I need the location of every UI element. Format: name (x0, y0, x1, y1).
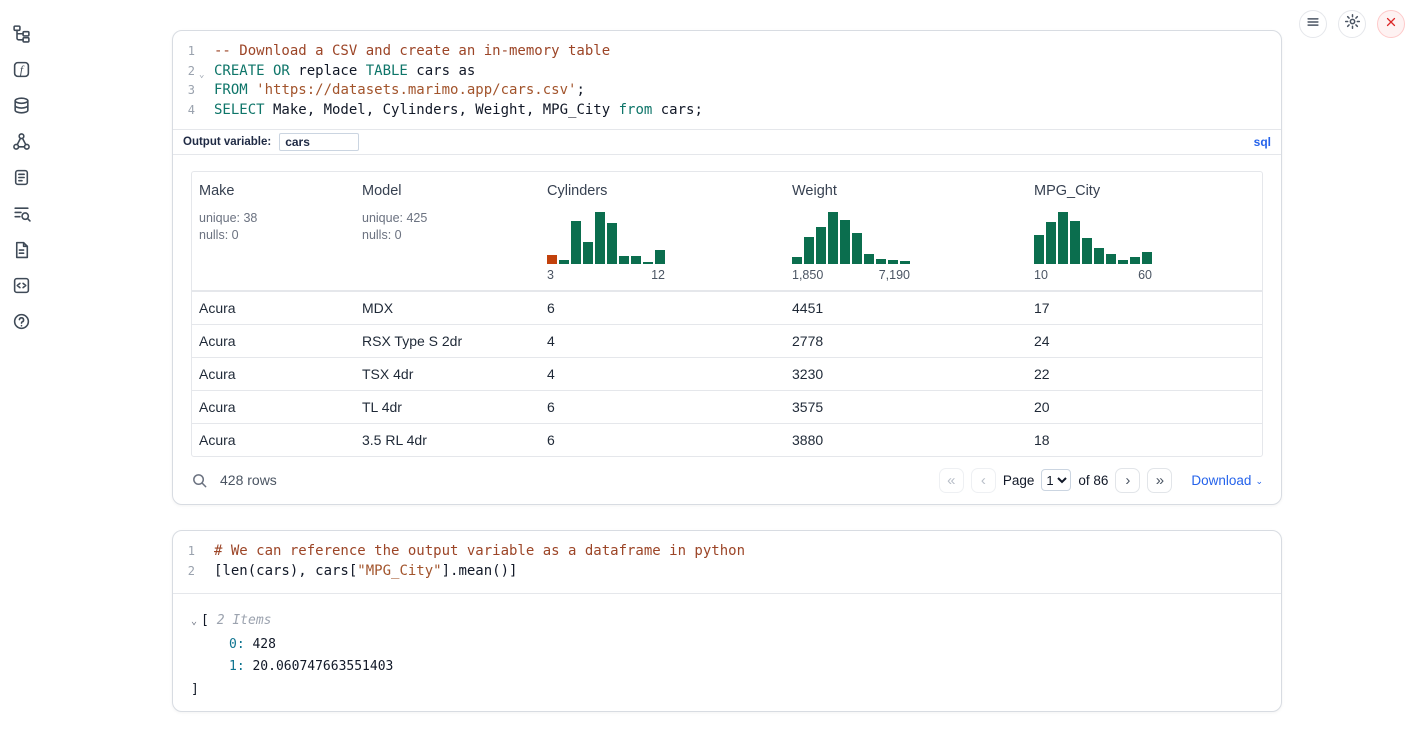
code-line: 1 -- Download a CSV and create an in-mem… (173, 42, 1281, 62)
mpg-city-histogram (1034, 212, 1152, 264)
hist-min: 1,850 (792, 268, 823, 282)
code-line: 1 # We can reference the output variable… (173, 542, 1281, 562)
page-select[interactable]: 1 (1041, 469, 1071, 491)
tree-key: 1: (229, 659, 245, 674)
line-number: 4 (173, 101, 195, 121)
collapse-chevron-icon[interactable]: ⌄ (191, 616, 197, 627)
table-footer: 428 rows « ‹ Page 1 of 86 › » Download ⌄ (191, 457, 1263, 503)
code-line: 3 FROM 'https://datasets.marimo.app/cars… (173, 81, 1281, 101)
column-header-mpg-city[interactable]: MPG_City 1060 (1027, 172, 1262, 290)
table-row: AcuraTL 4dr6357520 (192, 390, 1262, 423)
code-line: 4 SELECT Make, Model, Cylinders, Weight,… (173, 101, 1281, 121)
last-page-button[interactable]: » (1147, 468, 1172, 493)
column-header-make[interactable]: Make unique: 38nulls: 0 (192, 172, 355, 290)
python-code-editor[interactable]: 1 # We can reference the output variable… (173, 531, 1281, 594)
page-of-label: of 86 (1078, 473, 1108, 488)
python-string: "MPG_City" (357, 563, 441, 579)
column-header-cylinders[interactable]: Cylinders 312 (540, 172, 785, 290)
tree-key: 0: (229, 637, 245, 652)
unique-stat: unique: 38 (199, 210, 347, 227)
gear-icon (1344, 13, 1361, 35)
nulls-stat: nulls: 0 (199, 227, 347, 244)
result-table: Make unique: 38nulls: 0 Model unique: 42… (191, 171, 1263, 457)
documentation-icon[interactable] (11, 239, 31, 259)
chevrons-right-icon: » (1156, 473, 1164, 488)
line-number: 2 (173, 562, 195, 582)
sql-cell: 1 -- Download a CSV and create an in-mem… (172, 30, 1282, 505)
table-row: AcuraTSX 4dr4323022 (192, 357, 1262, 390)
line-number: 1 (173, 42, 195, 62)
tree-item: 1: 20.060747663551403 (191, 656, 1281, 679)
notebook-actions (1299, 10, 1405, 38)
hist-min: 10 (1034, 268, 1048, 282)
language-badge: sql (1254, 135, 1271, 149)
tree-item: 0: 428 (191, 634, 1281, 657)
python-cell: 1 # We can reference the output variable… (172, 530, 1282, 712)
help-icon[interactable] (11, 311, 31, 331)
fold-chevron-icon[interactable]: ⌄ (199, 66, 204, 86)
table-row: AcuraRSX Type S 2dr4277824 (192, 324, 1262, 357)
shutdown-button[interactable] (1377, 10, 1405, 38)
pagination: « ‹ Page 1 of 86 › » Download ⌄ (939, 468, 1263, 493)
unique-stat: unique: 425 (362, 210, 532, 227)
hist-min: 3 (547, 268, 554, 282)
chevrons-left-icon: « (947, 473, 955, 488)
scratchpad-icon[interactable] (11, 167, 31, 187)
hist-max: 60 (1138, 268, 1152, 282)
close-icon (1384, 15, 1398, 34)
python-comment: # We can reference the output variable a… (214, 543, 745, 559)
sql-cell-footer: Output variable: sql (173, 129, 1281, 155)
chevron-right-icon: › (1125, 473, 1130, 488)
column-header-weight[interactable]: Weight 1,8507,190 (785, 172, 1027, 290)
items-count: 2 Items (217, 613, 272, 628)
menu-button[interactable] (1299, 10, 1327, 38)
logs-icon[interactable] (11, 203, 31, 223)
code-line: 2 [len(cars), cars["MPG_City"].mean()] (173, 562, 1281, 582)
open-bracket: [ (201, 613, 209, 628)
chevron-down-icon: ⌄ (1255, 476, 1263, 487)
table-row: AcuraMDX6445117 (192, 291, 1262, 324)
line-number: 2⌄ (173, 62, 195, 82)
output-variable-input[interactable] (279, 133, 359, 151)
line-number: 1 (173, 542, 195, 562)
settings-button[interactable] (1338, 10, 1366, 38)
sql-comment: -- Download a CSV and create an in-memor… (214, 43, 610, 59)
nulls-stat: nulls: 0 (362, 227, 532, 244)
table-header-row: Make unique: 38nulls: 0 Model unique: 42… (192, 172, 1262, 291)
snippets-icon[interactable] (11, 275, 31, 295)
database-icon[interactable] (11, 95, 31, 115)
column-header-model[interactable]: Model unique: 425nulls: 0 (355, 172, 540, 290)
tree-value: 20.060747663551403 (252, 659, 393, 674)
file-tree-icon[interactable] (11, 23, 31, 43)
chevron-left-icon: ‹ (981, 473, 986, 488)
tree-root-line: ⌄ [ 2 Items (191, 610, 1281, 634)
output-variable-label: Output variable: (183, 136, 271, 148)
page-label: Page (1003, 473, 1035, 488)
previous-page-button[interactable]: ‹ (971, 468, 996, 493)
hist-max: 7,190 (879, 268, 910, 282)
search-icon[interactable] (191, 472, 208, 489)
download-button[interactable]: Download ⌄ (1191, 473, 1263, 488)
tree-value: 428 (252, 637, 275, 652)
sql-code-editor[interactable]: 1 -- Download a CSV and create an in-mem… (173, 31, 1281, 129)
helper-panel-sidebar: f (11, 23, 31, 331)
cylinders-histogram (547, 212, 665, 264)
hamburger-menu-icon (1305, 14, 1321, 35)
row-count-label: 428 rows (220, 472, 277, 488)
code-line: 2⌄ CREATE OR replace TABLE cars as (173, 62, 1281, 82)
line-number: 3 (173, 81, 195, 101)
svg-text:f: f (19, 63, 24, 76)
next-page-button[interactable]: › (1115, 468, 1140, 493)
dependency-graph-icon[interactable] (11, 131, 31, 151)
hist-max: 12 (651, 268, 665, 282)
weight-histogram (792, 212, 910, 264)
tree-output: ⌄[ 2 Items 0: 428 1: 20.060747663551403 … (173, 594, 1281, 701)
function-icon[interactable]: f (11, 59, 31, 79)
sql-string: 'https://datasets.marimo.app/cars.csv' (256, 82, 576, 98)
close-bracket: ] (191, 679, 1281, 702)
first-page-button[interactable]: « (939, 468, 964, 493)
table-row: Acura3.5 RL 4dr6388018 (192, 423, 1262, 456)
